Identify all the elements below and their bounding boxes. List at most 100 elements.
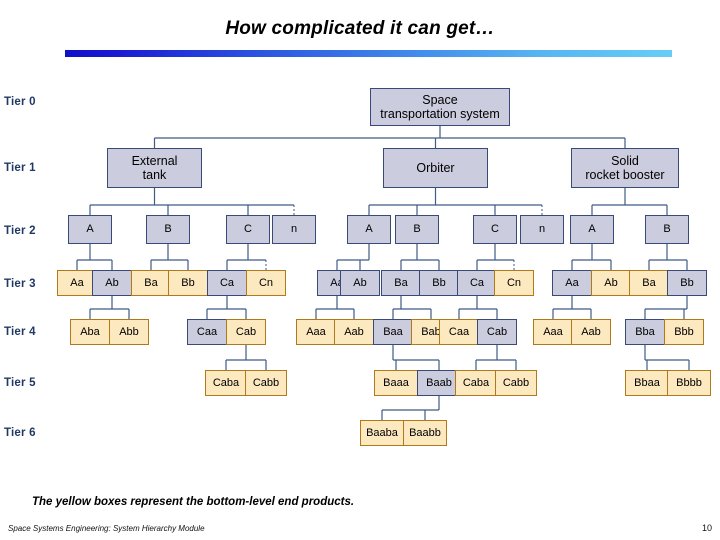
node-et-aba[interactable]: Aba	[70, 319, 110, 345]
node-orb-n[interactable]: n	[520, 215, 564, 244]
node-label: Ba	[144, 276, 158, 289]
node-orb-b[interactable]: B	[395, 215, 439, 244]
node-srb-b[interactable]: B	[645, 215, 689, 244]
node-orb-baaa[interactable]: Baaa	[374, 370, 418, 396]
node-label: Ba	[394, 276, 408, 289]
node-orb-bb[interactable]: Bb	[419, 270, 459, 296]
node-et-caba[interactable]: Caba	[205, 370, 247, 396]
node-et-c[interactable]: C	[226, 215, 270, 244]
node-label: Space	[422, 93, 458, 107]
node-orb-caa[interactable]: Caa	[439, 319, 479, 345]
node-label: Bab	[421, 325, 441, 338]
node-label: Baaa	[383, 376, 409, 389]
node-label: Ab	[353, 276, 367, 289]
node-et-a[interactable]: A	[68, 215, 112, 244]
node-srb-bbbb[interactable]: Bbbb	[667, 370, 711, 396]
node-orb-ab[interactable]: Ab	[340, 270, 380, 296]
node-srb-aa[interactable]: Aa	[552, 270, 592, 296]
node-label: Bb	[181, 276, 195, 289]
node-label: Orbiter	[416, 161, 455, 175]
node-orb-baa[interactable]: Baa	[373, 319, 413, 345]
node-sts[interactable]: Space transportation system	[370, 88, 510, 126]
node-srb-ab[interactable]: Ab	[591, 270, 631, 296]
node-label-2: transportation system	[380, 107, 500, 121]
tier-label-6: Tier 6	[4, 427, 36, 439]
node-orb-ba[interactable]: Ba	[381, 270, 421, 296]
node-label: Ab	[604, 276, 618, 289]
tier-label-4: Tier 4	[4, 326, 36, 338]
node-et-cn[interactable]: Cn	[246, 270, 286, 296]
footer-page-number: 10	[701, 523, 712, 533]
node-label: Caa	[448, 325, 470, 338]
node-orb-aab[interactable]: Aab	[334, 319, 374, 345]
node-label: B	[663, 223, 671, 236]
system-hierarchy-diagram: Tier 0 Tier 1 Tier 2 Tier 3 Tier 4 Tier 5 Tier…	[0, 60, 720, 480]
node-label: Cab	[486, 325, 508, 338]
node-label: Bbaa	[634, 376, 660, 389]
tier-label-0: Tier 0	[4, 96, 36, 108]
node-label: Aba	[80, 325, 100, 338]
node-label: C	[491, 223, 499, 236]
node-et-aa[interactable]: Aa	[57, 270, 97, 296]
node-et-abb[interactable]: Abb	[109, 319, 149, 345]
node-srb-bbaa[interactable]: Bbaa	[625, 370, 669, 396]
node-orb-a[interactable]: A	[347, 215, 391, 244]
node-label: Bba	[635, 325, 655, 338]
node-label: Aab	[344, 325, 364, 338]
node-orb-caba[interactable]: Caba	[455, 370, 497, 396]
node-label: B	[413, 223, 421, 236]
node-label: Cabb	[252, 376, 280, 389]
node-srb-bb[interactable]: Bb	[667, 270, 707, 296]
node-et[interactable]: External tank	[107, 148, 202, 188]
node-label: Cn	[258, 276, 274, 289]
node-orb-baabb[interactable]: Baabb	[403, 420, 447, 446]
node-et-b[interactable]: B	[146, 215, 190, 244]
node-label: Bbbb	[676, 376, 702, 389]
node-label: Bbb	[674, 325, 694, 338]
node-et-ab[interactable]: Ab	[92, 270, 132, 296]
node-label: Bb	[432, 276, 446, 289]
tier-label-3: Tier 3	[4, 278, 36, 290]
node-et-ba[interactable]: Ba	[131, 270, 171, 296]
node-label: Aaa	[306, 325, 326, 338]
node-label: Ca	[469, 276, 485, 289]
node-label: Baabb	[409, 426, 441, 439]
node-orb[interactable]: Orbiter	[383, 148, 488, 188]
node-label: Abb	[119, 325, 139, 338]
node-orb-baaba[interactable]: Baaba	[360, 420, 404, 446]
node-label: External	[131, 154, 178, 168]
node-srb-aaa[interactable]: Aaa	[533, 319, 573, 345]
node-label-2: rocket booster	[585, 168, 665, 182]
node-et-cab[interactable]: Cab	[226, 319, 266, 345]
node-label: Aa	[565, 276, 579, 289]
node-et-ca[interactable]: Ca	[207, 270, 247, 296]
node-orb-c[interactable]: C	[473, 215, 517, 244]
node-label: Baab	[426, 376, 452, 389]
node-srb[interactable]: Solid rocket booster	[571, 148, 679, 188]
node-srb-ba[interactable]: Ba	[629, 270, 669, 296]
node-label: Solid	[611, 154, 639, 168]
slide: How complicated it can get… Tier 0 Tier 1…	[0, 0, 720, 540]
node-srb-bba[interactable]: Bba	[625, 319, 665, 345]
node-orb-cabb[interactable]: Cabb	[495, 370, 537, 396]
node-orb-cab[interactable]: Cab	[477, 319, 517, 345]
node-orb-cn[interactable]: Cn	[494, 270, 534, 296]
node-et-bb[interactable]: Bb	[168, 270, 208, 296]
node-label: Ab	[105, 276, 119, 289]
node-orb-aaa[interactable]: Aaa	[296, 319, 336, 345]
footer-source: Space Systems Engineering: System Hierar…	[8, 524, 205, 533]
node-label: n	[290, 223, 298, 236]
tier-label-1: Tier 1	[4, 162, 36, 174]
node-srb-aab[interactable]: Aab	[571, 319, 611, 345]
node-et-cabb[interactable]: Cabb	[245, 370, 287, 396]
node-et-n[interactable]: n	[272, 215, 316, 244]
node-orb-ca[interactable]: Ca	[457, 270, 497, 296]
node-label: Cab	[235, 325, 257, 338]
node-label: Baaba	[366, 426, 398, 439]
node-label: Cn	[506, 276, 522, 289]
node-et-caa[interactable]: Caa	[187, 319, 227, 345]
node-srb-a[interactable]: A	[570, 215, 614, 244]
node-label: Caba	[462, 376, 490, 389]
node-label: B	[164, 223, 172, 236]
node-srb-bbb[interactable]: Bbb	[664, 319, 704, 345]
